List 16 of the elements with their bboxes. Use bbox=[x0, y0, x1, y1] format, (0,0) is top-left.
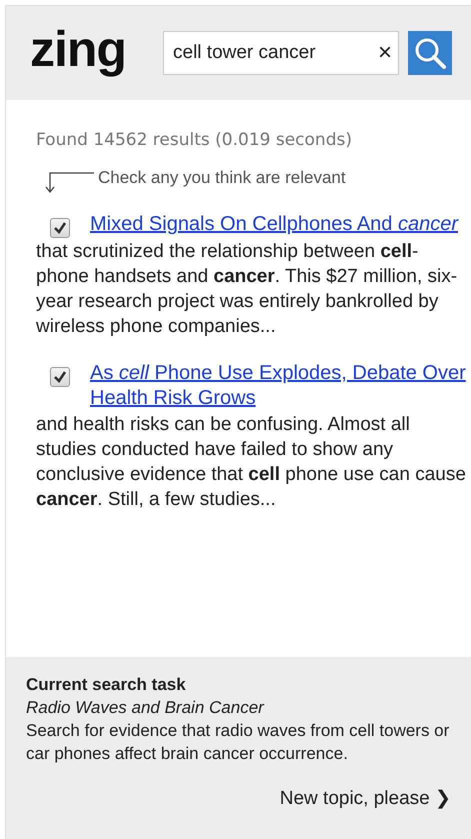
result-link[interactable]: As cell Phone Use Explodes, Debate Over Health Risk Grows bbox=[90, 361, 471, 411]
hint-text: Check any you think are relevant bbox=[98, 168, 346, 188]
search-field[interactable]: cell tower cancer × bbox=[163, 31, 399, 75]
result-snippet: that scrutinized the relationship between cell-phone handsets and cancer. This $27 million, six-year research project was entirely bankrolled by wireless phone companies... bbox=[36, 240, 458, 339]
task-description: Search for evidence that radio waves from cell towers or car phones affect brain cancer occurrence. bbox=[26, 720, 450, 765]
new-topic-link[interactable]: New topic, please ❯ bbox=[280, 787, 451, 810]
result-snippet: and health risks can be confusing. Almost all studies conducted have failed to show any conclusive evidence that cell phone use can cause cancer. Still, a few studies... bbox=[36, 413, 467, 512]
checkbox[interactable] bbox=[50, 218, 70, 238]
search-button[interactable] bbox=[408, 31, 452, 75]
search-icon bbox=[413, 36, 447, 70]
task-heading: Current search task bbox=[26, 674, 187, 696]
task-topic: Radio Waves and Brain Cancer bbox=[26, 697, 266, 719]
clear-button[interactable]: × bbox=[378, 41, 392, 65]
results-summary: Found 14562 results (0.019 seconds) bbox=[36, 130, 353, 150]
result-link[interactable]: Mixed Signals On Cellphones And cancer bbox=[90, 212, 458, 237]
checkbox[interactable] bbox=[50, 367, 70, 387]
